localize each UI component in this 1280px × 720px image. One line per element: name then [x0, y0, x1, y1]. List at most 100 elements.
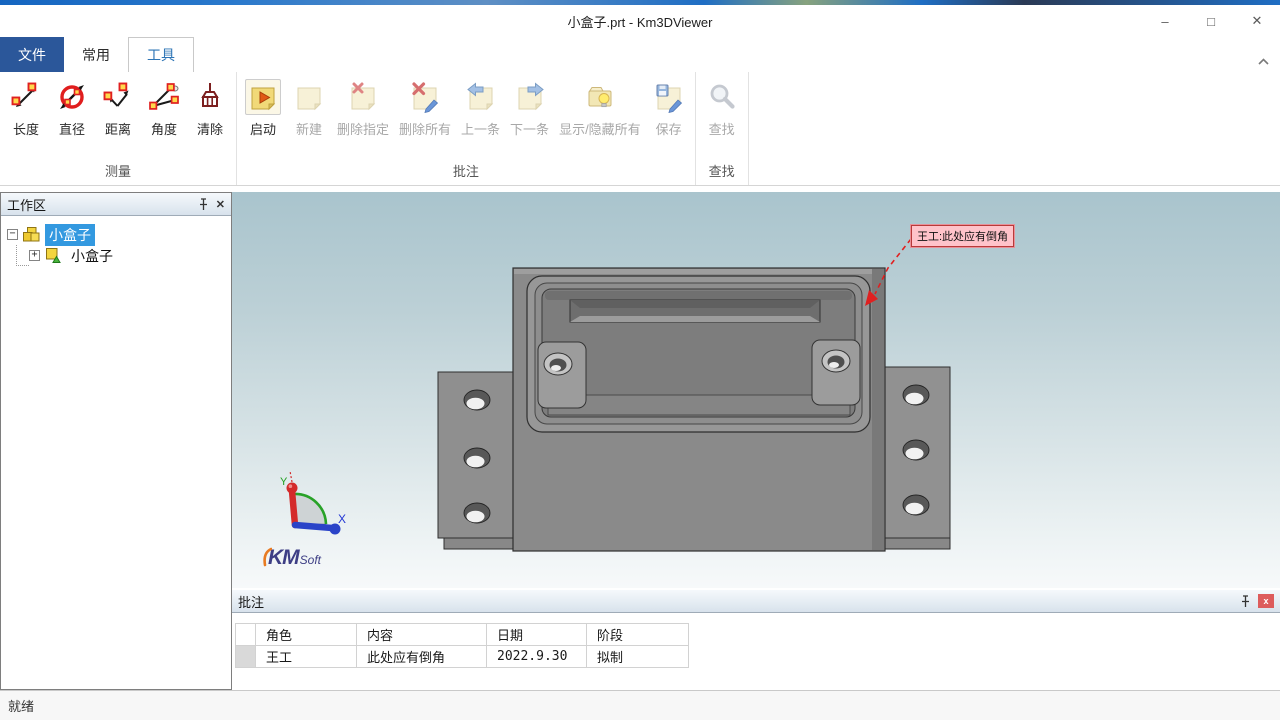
- close-icon: ✕: [216, 198, 225, 211]
- titlebar[interactable]: 小盒子.prt - Km3DViewer – □ ✕: [0, 5, 1280, 37]
- ribbon-button-label: 上一条: [461, 119, 500, 138]
- chevron-up-icon: [1258, 58, 1269, 65]
- measure-distance-icon: [100, 79, 136, 115]
- annotation-panel: 批注 x 角色内容日期阶段 王工此处应有倒角2022.9.30拟制: [232, 588, 1280, 690]
- assembly-icon: [22, 227, 40, 243]
- tree-item-小盒子[interactable]: + 小盒子: [1, 245, 231, 266]
- measure-length-icon: [8, 79, 44, 115]
- ribbon-button-label: 删除所有: [399, 119, 451, 138]
- pin-icon: [1240, 595, 1251, 608]
- ribbon-button-label: 查找: [709, 119, 735, 138]
- workspace-panel-header: 工作区 ✕: [1, 193, 231, 216]
- button-直径[interactable]: 直径: [49, 76, 95, 138]
- ribbon-button-label: 长度: [13, 119, 39, 138]
- button-下一条[interactable]: 下一条: [505, 76, 554, 138]
- minimize-button[interactable]: –: [1142, 5, 1188, 37]
- tree-connector: [16, 245, 29, 266]
- tab-文件[interactable]: 文件: [0, 37, 64, 72]
- annotation-panel-title: 批注: [238, 592, 1233, 611]
- logo-km-text: KM: [268, 546, 299, 569]
- ribbon-group-批注: 启动 新建删除指定删除所有上一条下一条显示/隐藏所有保存批注: [237, 72, 696, 185]
- measure-angle-icon: [146, 79, 182, 115]
- coordinate-triad-icon: Y X: [280, 471, 346, 535]
- button-上一条[interactable]: 上一条: [456, 76, 505, 138]
- button-清除[interactable]: 清除: [187, 76, 233, 138]
- ribbon-button-label: 角度: [151, 119, 177, 138]
- column-header-日期: 日期: [487, 624, 587, 646]
- button-距离[interactable]: 距离: [95, 76, 141, 138]
- tree-item-小盒子[interactable]: − 小盒子: [1, 224, 231, 245]
- button-保存[interactable]: 保存: [646, 76, 692, 138]
- column-header-阶段: 阶段: [587, 624, 689, 646]
- annotation-table-area: 角色内容日期阶段 王工此处应有倒角2022.9.30拟制: [232, 613, 1280, 690]
- measure-diameter-icon: [54, 79, 90, 115]
- column-header-内容: 内容: [357, 624, 487, 646]
- tree-item-label: 小盒子: [45, 224, 95, 246]
- expand-expander[interactable]: +: [29, 250, 40, 261]
- note-next-icon: [512, 79, 548, 115]
- note-delete-one-icon: [345, 79, 381, 115]
- annotation-close-button[interactable]: x: [1258, 594, 1274, 608]
- workspace-pin-button[interactable]: [198, 198, 209, 211]
- row-selector-header: [236, 624, 256, 646]
- button-长度[interactable]: 长度: [3, 76, 49, 138]
- ribbon-button-label: 删除指定: [337, 119, 389, 138]
- button-删除所有[interactable]: 删除所有: [394, 76, 456, 138]
- status-bar: 就绪: [0, 690, 1280, 720]
- close-button[interactable]: ✕: [1234, 5, 1280, 37]
- cell-stage: 拟制: [587, 646, 689, 668]
- axis-x-label: X: [338, 512, 346, 526]
- minimize-icon: –: [1161, 14, 1168, 29]
- annotation-panel-header: 批注 x: [232, 590, 1280, 613]
- note-new-icon: [291, 79, 327, 115]
- row-selector-cell[interactable]: [236, 646, 256, 668]
- workspace-close-button[interactable]: ✕: [216, 198, 225, 211]
- km-soft-logo: KM Soft: [262, 546, 321, 570]
- viewport-3d[interactable]: Y X 王工:此处应有倒角 KM Soft: [232, 192, 1280, 588]
- model-3d-render: Y X: [232, 192, 1280, 588]
- ribbon-button-label: 清除: [197, 119, 223, 138]
- table-row[interactable]: 王工此处应有倒角2022.9.30拟制: [236, 646, 689, 668]
- button-启动[interactable]: 启动: [240, 76, 286, 138]
- ribbon-collapse-button[interactable]: [1256, 55, 1270, 67]
- button-显示/隐藏所有[interactable]: 显示/隐藏所有: [554, 76, 646, 138]
- button-查找[interactable]: 查找: [699, 76, 745, 138]
- workspace-panel: 工作区 ✕ − 小盒子 + 小盒子: [0, 192, 232, 690]
- ribbon-group-测量: 长度直径距离角度清除测量: [0, 72, 237, 185]
- maximize-button[interactable]: □: [1188, 5, 1234, 37]
- button-角度[interactable]: 角度: [141, 76, 187, 138]
- column-header-角色: 角色: [256, 624, 357, 646]
- maximize-icon: □: [1207, 14, 1215, 29]
- collapse-expander[interactable]: −: [7, 229, 18, 240]
- ribbon-button-label: 显示/隐藏所有: [559, 119, 641, 138]
- button-新建[interactable]: 新建: [286, 76, 332, 138]
- pin-icon: [198, 198, 209, 211]
- tab-工具[interactable]: 工具: [128, 37, 194, 72]
- search-icon: [704, 79, 740, 115]
- cell-content: 此处应有倒角: [357, 646, 487, 668]
- note-prev-icon: [463, 79, 499, 115]
- annotation-table-header-row: 角色内容日期阶段: [236, 624, 689, 646]
- tree-item-label: 小盒子: [67, 245, 117, 267]
- annotation-pin-button[interactable]: [1240, 595, 1251, 608]
- ribbon-button-label: 保存: [656, 119, 682, 138]
- ribbon-group-label: 查找: [699, 157, 745, 185]
- clear-broom-icon: [192, 79, 228, 115]
- ribbon-button-label: 启动: [250, 119, 276, 138]
- ribbon-button-label: 下一条: [510, 119, 549, 138]
- ribbon-group-查找: 查找查找: [696, 72, 749, 185]
- workspace-panel-title: 工作区: [7, 195, 191, 214]
- tab-常用[interactable]: 常用: [64, 37, 128, 72]
- window-controls: – □ ✕: [1142, 5, 1280, 37]
- ribbon-button-label: 新建: [296, 119, 322, 138]
- part-icon: [44, 248, 62, 264]
- tab-bar: 文件常用工具: [0, 37, 1280, 72]
- button-删除指定[interactable]: 删除指定: [332, 76, 394, 138]
- workspace-tree: − 小盒子 + 小盒子: [1, 216, 231, 689]
- annotation-flag[interactable]: 王工:此处应有倒角: [911, 225, 1014, 247]
- window-title: 小盒子.prt - Km3DViewer: [568, 12, 713, 31]
- ribbon-group-label: 批注: [240, 157, 692, 185]
- logo-soft-text: Soft: [300, 553, 321, 567]
- annotation-table: 角色内容日期阶段 王工此处应有倒角2022.9.30拟制: [235, 623, 689, 668]
- ribbon-button-label: 距离: [105, 119, 131, 138]
